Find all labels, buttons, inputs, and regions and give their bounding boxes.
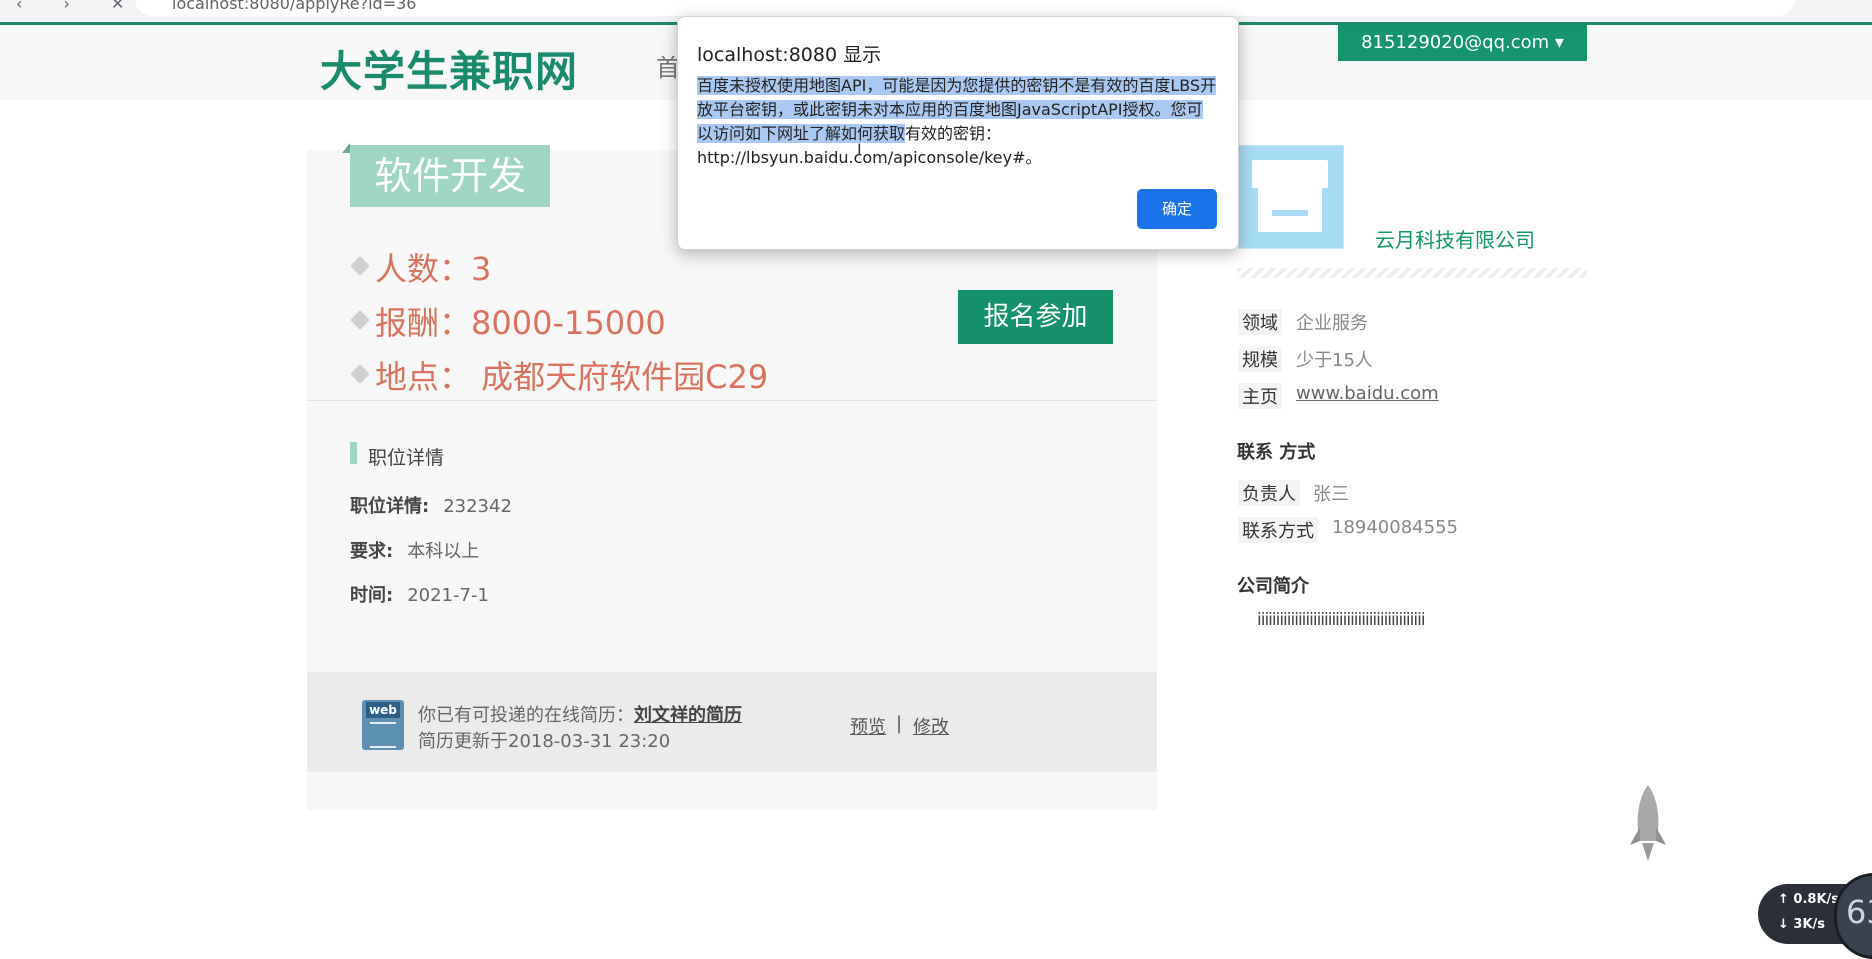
detail-value: 2021-7-1: [407, 585, 489, 606]
company-intro-heading: 公司简介: [1237, 576, 1309, 597]
company-field-value: 企业服务: [1296, 313, 1368, 334]
company-homepage-label: 主页: [1238, 383, 1282, 409]
company-intro-text: iiiiiiiiiiiiiiiiiiiiiiiiiiiiiiiiiiiiiiii…: [1257, 610, 1426, 630]
detail-label: 职位详情:: [350, 496, 430, 517]
job-count: 人数：3: [375, 250, 492, 288]
divider-stripe: [1237, 268, 1587, 278]
shop-icon-door: [1272, 210, 1308, 216]
detail-row-time: 时间: 2021-7-1: [350, 581, 489, 607]
job-pay: 报酬：8000-15000: [375, 304, 666, 342]
resume-updated: 简历更新于2018-03-31 23:20: [418, 731, 671, 752]
detail-label: 时间:: [350, 585, 394, 606]
company-scale-label: 规模: [1238, 346, 1282, 372]
web-resume-icon-label: web: [366, 702, 400, 718]
preview-link[interactable]: 预览: [850, 713, 886, 739]
alert-title: localhost:8080 显示: [697, 44, 882, 66]
user-account-dropdown[interactable]: 815129020@qq.com ▾: [1338, 25, 1587, 61]
link-separator: |: [896, 713, 903, 734]
resume-name-link[interactable]: 刘文祥的简历: [634, 705, 742, 726]
company-homepage-link[interactable]: www.baidu.com: [1296, 383, 1439, 404]
detail-row-requirement: 要求: 本科以上: [350, 537, 479, 563]
company-name-link[interactable]: 云月科技有限公司: [1375, 224, 1535, 253]
detail-value: 本科以上: [407, 541, 480, 562]
job-detail-heading: 职位详情: [368, 447, 445, 469]
detail-row-description: 职位详情: 232342: [350, 492, 512, 518]
company-scale-value: 少于15人: [1296, 350, 1373, 371]
resume-available-text: 你已有可投递的在线简历：刘文祥的简历: [418, 701, 742, 727]
url-text[interactable]: localhost:8080/applyRe?id=36: [172, 0, 416, 13]
job-category-badge: 软件开发: [350, 145, 550, 207]
detail-label: 要求:: [350, 541, 394, 562]
contact-heading: 联系 方式: [1237, 442, 1316, 463]
alert-message: 百度未授权使用地图API，可能是因为您提供的密钥不是有效的百度LBS开放平台密钥…: [697, 74, 1217, 170]
contact-phone-value: 18940084555: [1332, 517, 1458, 538]
download-speed: ↓ 3K/s: [1778, 917, 1826, 932]
shop-icon: [1252, 160, 1328, 188]
section-marker: [350, 442, 357, 464]
contact-person-label: 负责人: [1238, 480, 1300, 506]
apply-button[interactable]: 报名参加: [958, 290, 1113, 344]
job-location: 地点： 成都天府软件园C29: [375, 358, 769, 396]
detail-value: 232342: [443, 496, 512, 517]
badge-fold-decoration: [342, 143, 350, 153]
text-cursor-icon: I: [857, 140, 862, 159]
edit-link[interactable]: 修改: [913, 713, 949, 739]
browser-nav-icons[interactable]: ‹ › ✕: [16, 0, 142, 13]
alert-ok-button[interactable]: 确定: [1137, 189, 1217, 229]
speed-gauge-value: 63: [1846, 893, 1872, 931]
upload-speed: ↑ 0.8K/s: [1778, 892, 1840, 907]
company-field-label: 领域: [1238, 309, 1282, 335]
resume-prefix: 你已有可投递的在线简历：: [418, 705, 634, 726]
contact-person-value: 张三: [1313, 484, 1349, 505]
web-resume-icon-lines: [370, 722, 396, 748]
back-to-top-rocket-icon[interactable]: [1628, 783, 1668, 863]
contact-phone-label: 联系方式: [1238, 517, 1318, 543]
site-logo[interactable]: 大学生兼职网: [320, 38, 578, 99]
